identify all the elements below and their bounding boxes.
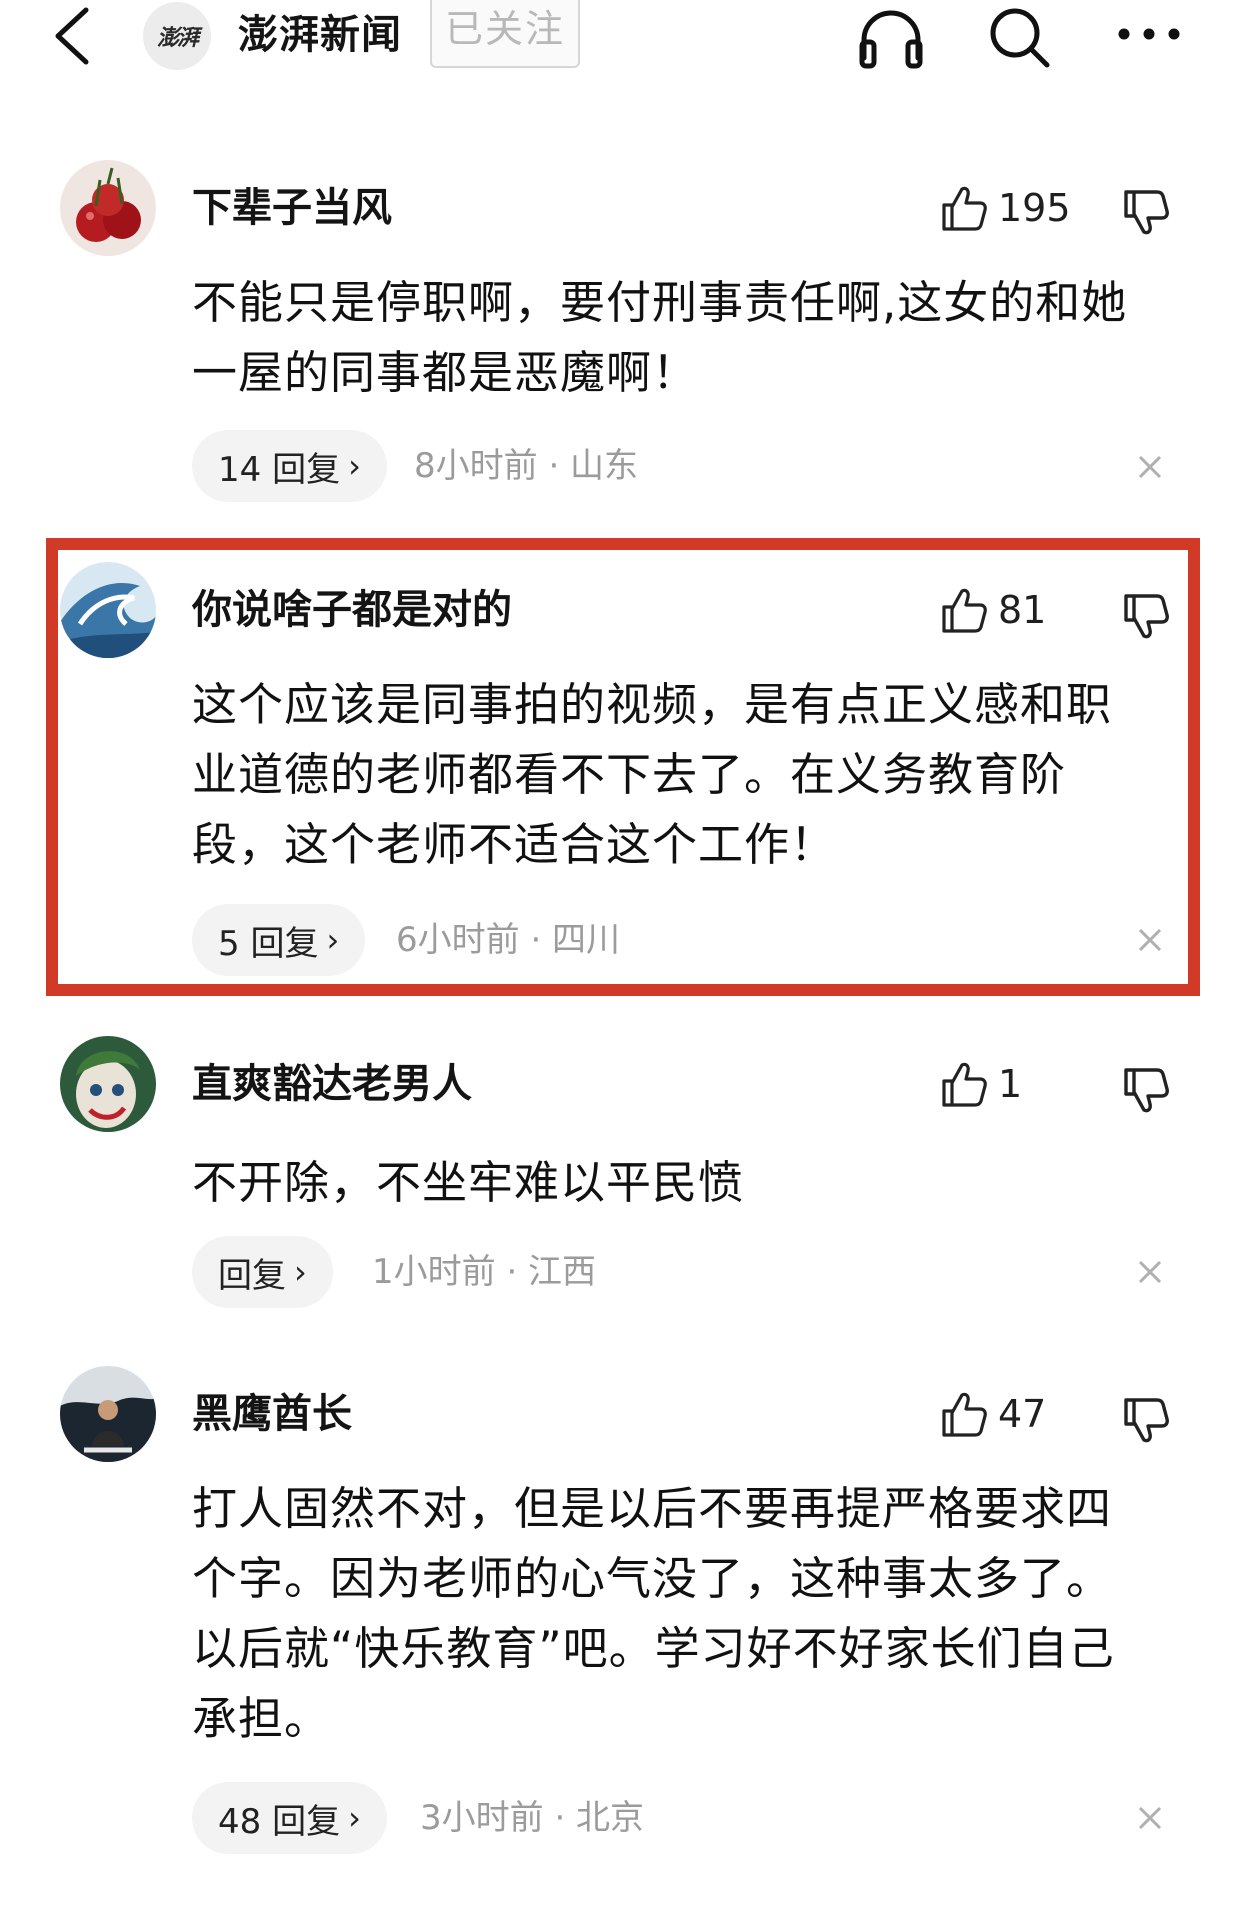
reply-label: 5 回复 <box>218 923 319 964</box>
thumbs-down-icon[interactable] <box>1118 1392 1172 1446</box>
close-icon[interactable] <box>1130 447 1170 487</box>
thumbs-up-icon <box>942 186 987 231</box>
more-icon[interactable] <box>1116 24 1182 44</box>
thumbs-down-icon[interactable] <box>1118 1062 1172 1116</box>
close-icon[interactable] <box>1130 1252 1170 1292</box>
like-button[interactable]: 47 <box>938 1386 1046 1442</box>
follow-button[interactable]: 已关注 <box>430 0 580 68</box>
username[interactable]: 直爽豁达老男人 <box>192 1056 472 1112</box>
reply-label: 48 回复 <box>218 1801 341 1842</box>
chevron-right-icon: › <box>348 1799 361 1837</box>
source-logo[interactable]: 澎湃 <box>143 2 211 70</box>
chevron-left-icon[interactable] <box>50 4 94 68</box>
close-icon[interactable] <box>1130 920 1170 960</box>
comment-line: 这个应该是同事拍的视频，是有点正义感和职 <box>192 678 1113 731</box>
username[interactable]: 下辈子当风 <box>192 180 392 236</box>
avatar[interactable] <box>60 1036 156 1132</box>
like-button[interactable]: 81 <box>938 582 1046 638</box>
comment-line: 个字。因为老师的心气没了，这种事太多了。 <box>192 1552 1113 1605</box>
chevron-right-icon: › <box>326 921 340 959</box>
top-bar: 澎湃 澎湃新闻 已关注 <box>0 0 1242 74</box>
close-icon[interactable] <box>1130 1798 1170 1838</box>
thumbs-down-icon[interactable] <box>1118 588 1172 642</box>
comment-line: 一屋的同事都是恶魔啊！ <box>192 346 699 399</box>
comment-line: 承担。 <box>192 1692 331 1745</box>
like-count: 47 <box>998 1392 1047 1436</box>
like-count: 81 <box>998 588 1047 632</box>
comment-line: 段，这个老师不适合这个工作！ <box>192 818 837 871</box>
comment-line: 不开除，不坐牢难以平民愤 <box>192 1156 745 1209</box>
reply-label: 14 回复 <box>218 449 341 490</box>
like-button[interactable]: 1 <box>938 1056 1022 1112</box>
reply-button[interactable]: 48 回复 › <box>192 1782 387 1854</box>
comment-text: 不开除，不坐牢难以平民愤 <box>192 1148 1182 1218</box>
comment-line: 以后就“快乐教育”吧。学习好不好家长们自己 <box>192 1622 1115 1675</box>
comment-text: 这个应该是同事拍的视频，是有点正义感和职 业道德的老师都看不下去了。在义务教育阶… <box>192 670 1182 880</box>
comment-line: 业道德的老师都看不下去了。在义务教育阶 <box>192 748 1067 801</box>
like-button[interactable]: 195 <box>938 180 1071 236</box>
comment-meta: 8小时前 · 山东 <box>414 446 639 486</box>
chevron-right-icon: › <box>294 1253 307 1291</box>
reply-button[interactable]: 14 回复 › <box>192 430 387 502</box>
avatar[interactable] <box>60 562 156 658</box>
username[interactable]: 你说啥子都是对的 <box>192 582 512 638</box>
headphones-icon[interactable] <box>856 6 926 70</box>
reply-label: 回复 <box>218 1255 286 1296</box>
comment-text: 打人固然不对，但是以后不要再提严格要求四 个字。因为老师的心气没了，这种事太多了… <box>192 1474 1182 1754</box>
reply-button[interactable]: 回复 › <box>192 1236 333 1308</box>
like-count: 195 <box>998 186 1071 230</box>
avatar[interactable] <box>60 160 156 256</box>
like-count: 1 <box>998 1062 1023 1106</box>
username[interactable]: 黑鹰酋长 <box>192 1386 352 1442</box>
thumbs-up-icon <box>942 588 987 633</box>
comment-line: 不能只是停职啊，要付刑事责任啊,这女的和她 <box>192 276 1128 329</box>
comment-meta: 6小时前 · 四川 <box>396 920 621 960</box>
thumbs-up-icon <box>942 1062 987 1107</box>
thumbs-up-icon <box>942 1392 987 1437</box>
chevron-right-icon: › <box>348 447 361 485</box>
avatar[interactable] <box>60 1366 156 1462</box>
search-icon[interactable] <box>986 4 1052 70</box>
comment-line: 打人固然不对，但是以后不要再提严格要求四 <box>192 1482 1113 1535</box>
comment-meta: 3小时前 · 北京 <box>420 1798 645 1838</box>
thumbs-down-icon[interactable] <box>1118 184 1172 238</box>
comment-text: 不能只是停职啊，要付刑事责任啊,这女的和她 一屋的同事都是恶魔啊！ <box>192 268 1182 408</box>
source-name[interactable]: 澎湃新闻 <box>238 8 402 62</box>
comment-meta: 1小时前 · 江西 <box>372 1252 597 1292</box>
reply-button[interactable]: 5 回复 › <box>192 904 366 976</box>
